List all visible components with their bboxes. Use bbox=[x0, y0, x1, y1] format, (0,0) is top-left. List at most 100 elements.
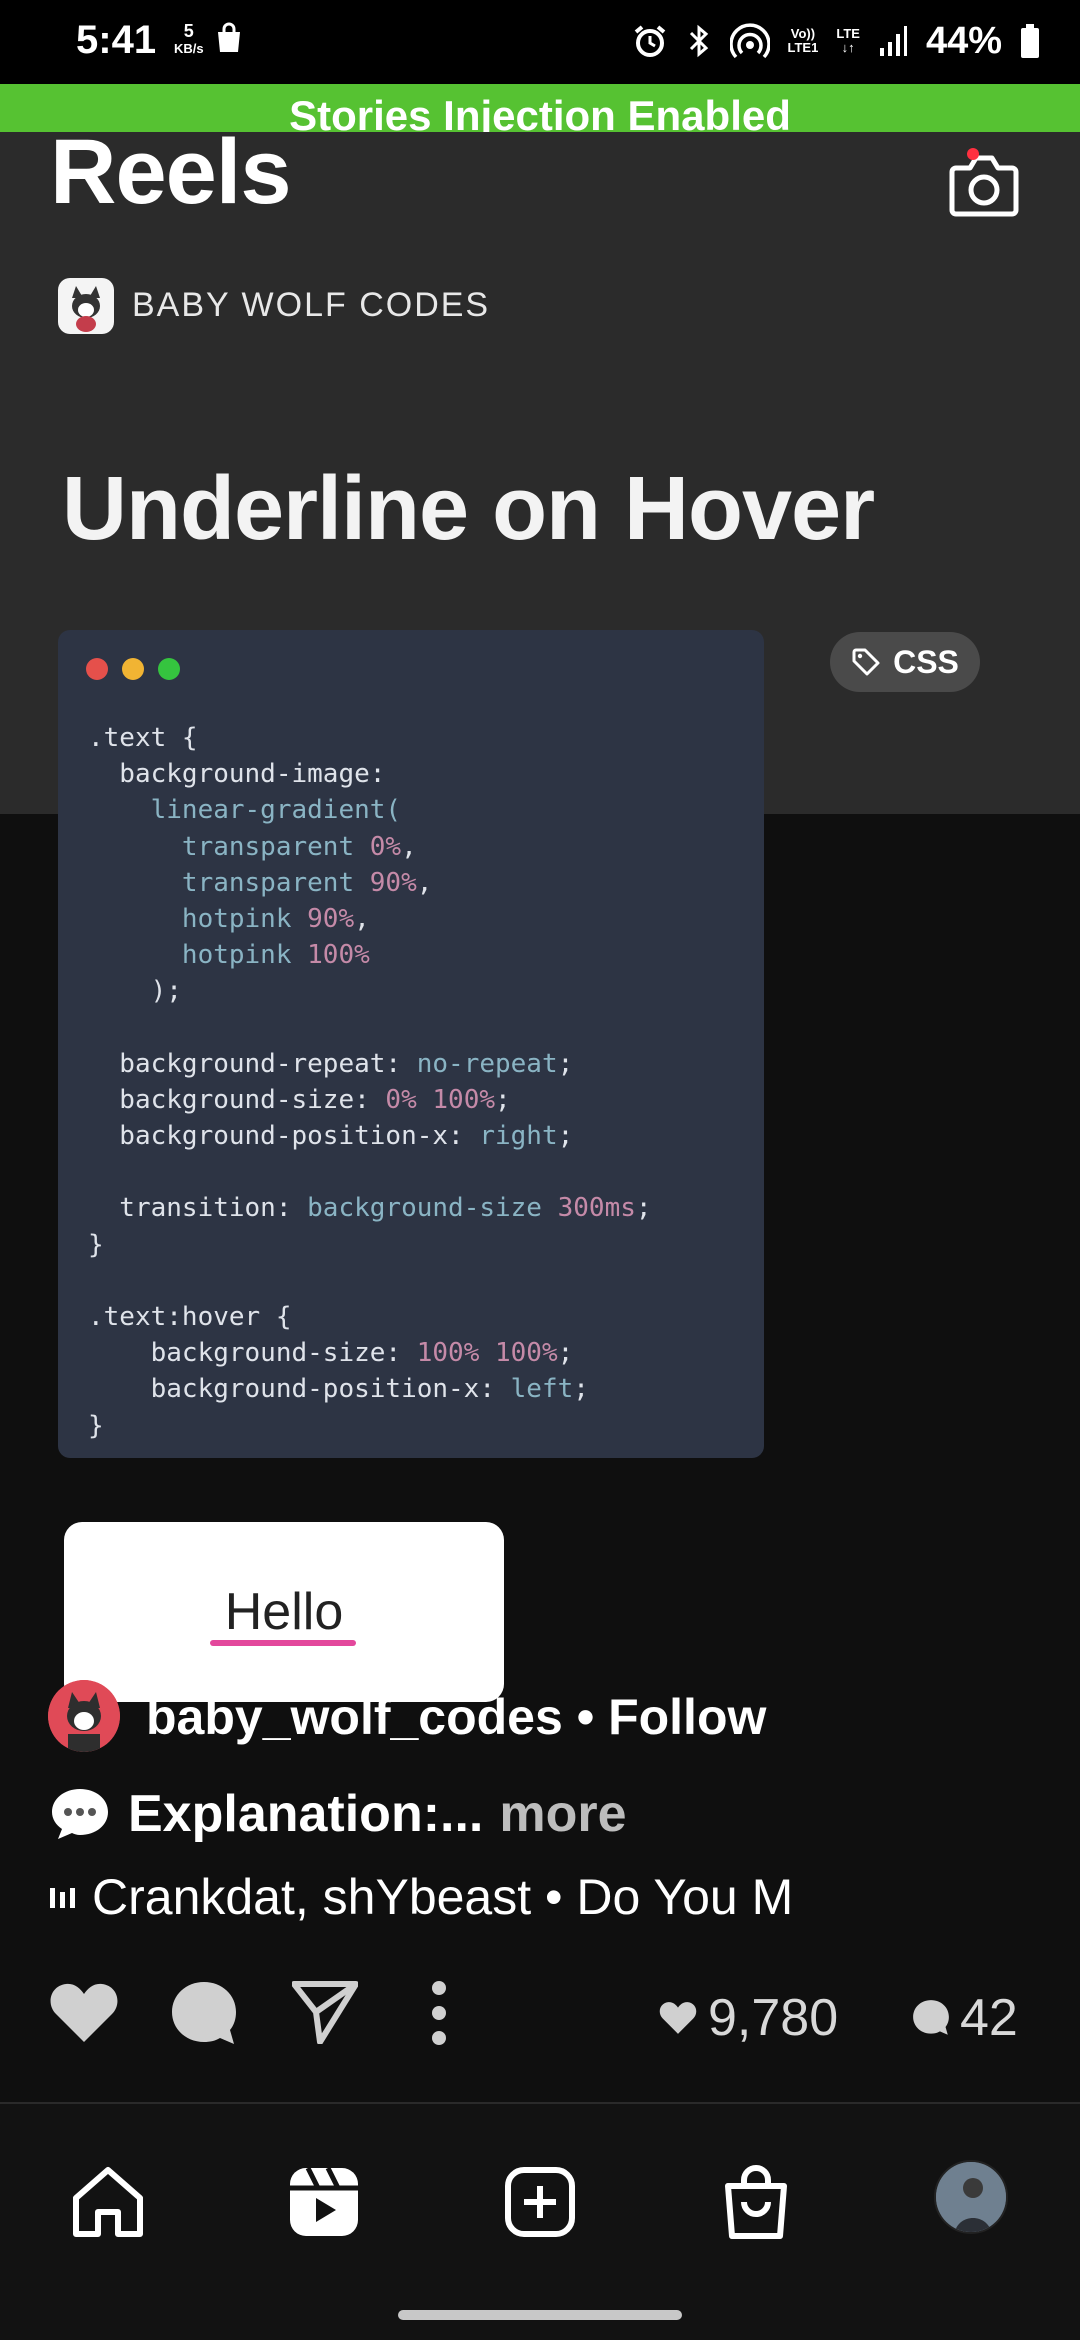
volte-label: Vo)) bbox=[790, 26, 816, 41]
home-icon[interactable] bbox=[68, 2162, 148, 2242]
status-bar: 5:41 5 KB/s Vo)) LTE1 LTE ↓↑ 44% bbox=[0, 0, 1080, 84]
code-token: , bbox=[401, 831, 417, 862]
video-heading: Underline on Hover bbox=[62, 459, 875, 559]
brand-logo bbox=[58, 278, 114, 334]
more-link[interactable]: more bbox=[499, 1784, 626, 1844]
like-count: 9,780 bbox=[658, 1988, 838, 2048]
wolf-avatar-icon bbox=[48, 1680, 120, 1752]
code-token: , bbox=[416, 867, 433, 898]
hotspot-icon bbox=[729, 23, 770, 59]
more-vertical-icon[interactable] bbox=[428, 1980, 450, 2046]
code-token: 100% 100% bbox=[416, 1338, 558, 1369]
lte-bottom-label: LTE1 bbox=[787, 40, 819, 55]
notification-dot bbox=[967, 148, 979, 160]
bottom-nav bbox=[0, 2104, 1080, 2340]
code-block: .text { background-image: linear-gradien… bbox=[88, 720, 652, 1444]
code-token: linear-gradient( bbox=[88, 795, 402, 826]
code-token: transparent bbox=[88, 867, 370, 898]
code-line: transparent 90%, bbox=[88, 865, 652, 901]
code-line: background-position-x: left; bbox=[88, 1371, 652, 1407]
code-token: 0% bbox=[369, 831, 402, 862]
code-token: transition: bbox=[88, 1193, 308, 1224]
code-line: background-image: bbox=[88, 756, 652, 792]
comment-count-value: 42 bbox=[960, 1989, 1018, 2047]
code-token: background-size bbox=[307, 1193, 558, 1224]
code-token: 300ms bbox=[557, 1193, 636, 1224]
code-line: transition: background-size 300ms; bbox=[88, 1190, 651, 1226]
code-token: 100% bbox=[307, 940, 370, 971]
code-line: background-repeat: no-repeat; bbox=[88, 1046, 652, 1082]
code-token: } bbox=[88, 1229, 104, 1260]
network-speed-value: 5 bbox=[183, 21, 194, 41]
music-text: Crankdat, shYbeast • Do You M bbox=[92, 1869, 794, 1925]
demo-underline bbox=[210, 1640, 356, 1646]
code-token: .text:hover { bbox=[88, 1302, 292, 1332]
camera-icon[interactable] bbox=[948, 152, 1020, 218]
network-speed: 5 KB/s bbox=[174, 22, 204, 58]
profile-photo-icon bbox=[936, 2162, 1006, 2232]
code-token: background-size: bbox=[88, 1084, 386, 1115]
like-count-value: 9,780 bbox=[708, 1989, 839, 2047]
shopping-notification-icon bbox=[218, 22, 240, 52]
volte-indicator: Vo)) LTE1 bbox=[788, 27, 819, 55]
css-tag: CSS bbox=[830, 632, 980, 692]
code-token: transparent bbox=[88, 831, 370, 862]
window-close-dot bbox=[86, 658, 108, 680]
bluetooth-icon bbox=[689, 24, 708, 58]
code-token: ; bbox=[557, 1121, 574, 1152]
code-token: 0% 100% bbox=[385, 1084, 495, 1115]
code-token: } bbox=[88, 1410, 104, 1441]
code-line: } bbox=[88, 1408, 652, 1444]
like-count-heart-icon bbox=[659, 2002, 697, 2034]
code-token: left bbox=[510, 1374, 574, 1405]
data-arrows-icon: ↓↑ bbox=[841, 40, 855, 55]
code-token: ; bbox=[557, 1048, 574, 1079]
code-line: hotpink 100% bbox=[88, 937, 652, 973]
author-follow-line[interactable]: baby_wolf_codes • Follow bbox=[146, 1688, 766, 1746]
comment-count-icon bbox=[913, 2000, 949, 2035]
code-token: 90% bbox=[369, 867, 417, 898]
tag-icon bbox=[852, 648, 880, 676]
code-token: background-repeat: bbox=[88, 1048, 417, 1079]
code-line: background-position-x: right; bbox=[88, 1118, 652, 1154]
caption-text: Explanation:... bbox=[128, 1785, 484, 1843]
code-line: linear-gradient( bbox=[88, 792, 652, 828]
speech-bubble-icon bbox=[52, 1789, 108, 1839]
caption-row[interactable]: Explanation:... more bbox=[48, 1784, 627, 1844]
signal-icon bbox=[879, 26, 907, 56]
heart-icon[interactable] bbox=[48, 1980, 120, 2046]
code-token: ; bbox=[573, 1374, 589, 1405]
code-token: hotpink bbox=[88, 940, 308, 971]
code-token: hotpink bbox=[88, 903, 308, 934]
code-token: background-position-x: bbox=[88, 1374, 511, 1405]
author-avatar[interactable] bbox=[48, 1680, 120, 1752]
code-line: .text:hover { bbox=[88, 1299, 652, 1335]
code-line: background-size: 0% 100%; bbox=[88, 1082, 652, 1118]
code-token: background-position-x: bbox=[88, 1121, 480, 1152]
battery-percent: 44% bbox=[925, 19, 1002, 62]
code-line: background-size: 100% 100%; bbox=[88, 1335, 652, 1371]
profile-avatar[interactable] bbox=[934, 2160, 1008, 2234]
plus-square-icon[interactable] bbox=[500, 2162, 580, 2242]
lte-label: LTE bbox=[836, 26, 860, 41]
music-row[interactable]: Crankdat, shYbeast • Do You M bbox=[48, 1868, 818, 1926]
code-token: background-size: bbox=[88, 1338, 417, 1369]
comment-icon[interactable] bbox=[170, 1980, 238, 2048]
code-token: right bbox=[479, 1121, 558, 1152]
comment-count: 42 bbox=[912, 1988, 1018, 2048]
status-icons: Vo)) LTE1 LTE ↓↑ 44% bbox=[632, 16, 1040, 66]
network-speed-unit: KB/s bbox=[174, 41, 204, 56]
code-token: ; bbox=[557, 1338, 574, 1369]
demo-text: Hello bbox=[224, 1583, 344, 1641]
shopping-bag-icon[interactable] bbox=[716, 2162, 796, 2242]
send-icon[interactable] bbox=[292, 1980, 358, 2044]
home-indicator[interactable] bbox=[398, 2310, 682, 2320]
code-line: ); bbox=[88, 973, 652, 1009]
code-token: 90% bbox=[307, 903, 355, 934]
reels-icon[interactable] bbox=[284, 2162, 364, 2242]
code-token: background-image: bbox=[88, 759, 386, 790]
code-line: } bbox=[88, 1227, 652, 1263]
